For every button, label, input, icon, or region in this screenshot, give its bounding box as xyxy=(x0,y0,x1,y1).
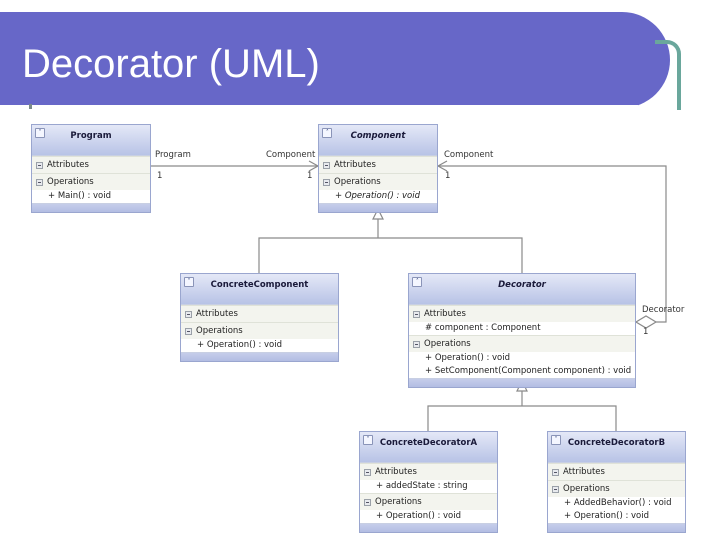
multiplicity-label: 1 xyxy=(307,171,313,181)
class-footer xyxy=(360,523,497,532)
operation-item: + Operation() : void xyxy=(360,510,497,523)
class-footer xyxy=(409,378,635,387)
role-label: Program xyxy=(155,150,191,160)
attributes-section[interactable]: Attributes xyxy=(181,305,338,322)
generalization-branch xyxy=(258,237,523,273)
multiplicity-label: 1 xyxy=(157,171,163,181)
attributes-section[interactable]: Attributes xyxy=(32,156,150,173)
collapse-minus-icon[interactable] xyxy=(185,327,192,335)
operations-section[interactable]: Operations xyxy=(360,493,497,510)
class-header: ˄ Decorator xyxy=(409,274,635,305)
collapse-icon[interactable]: ˄ xyxy=(184,277,194,287)
attributes-section[interactable]: Attributes xyxy=(360,463,497,480)
collapse-icon[interactable]: ˄ xyxy=(412,277,422,287)
collapse-icon[interactable]: ˄ xyxy=(322,128,332,138)
operation-item: + Operation() : void xyxy=(181,339,338,352)
collapse-minus-icon[interactable] xyxy=(36,161,43,169)
collapse-minus-icon[interactable] xyxy=(323,178,330,186)
operation-item: + Operation() : void xyxy=(548,510,685,523)
operation-item: + Main() : void xyxy=(32,190,150,203)
role-label: Component xyxy=(444,150,494,160)
multiplicity-label: 1 xyxy=(643,327,649,337)
collapse-minus-icon[interactable] xyxy=(36,178,43,186)
collapse-minus-icon[interactable] xyxy=(185,310,192,318)
operations-section[interactable]: Operations xyxy=(319,173,437,190)
class-name: ConcreteDecoratorB xyxy=(567,438,666,448)
class-header: ˄ ConcreteDecoratorA xyxy=(360,432,497,463)
class-concrete-decorator-b[interactable]: ˄ ConcreteDecoratorB Attributes Operatio… xyxy=(547,431,686,533)
attributes-section[interactable]: Attributes xyxy=(319,156,437,173)
operation-item: + Operation() : void xyxy=(409,352,635,365)
collapse-icon[interactable]: ˄ xyxy=(35,128,45,138)
class-footer xyxy=(319,203,437,212)
attribute-item: # component : Component xyxy=(409,322,635,335)
class-footer xyxy=(181,352,338,361)
collapse-minus-icon[interactable] xyxy=(552,468,559,476)
class-concrete-decorator-a[interactable]: ˄ ConcreteDecoratorA Attributes + addedS… xyxy=(359,431,498,533)
collapse-minus-icon[interactable] xyxy=(413,310,420,318)
collapse-minus-icon[interactable] xyxy=(552,485,559,493)
generalization-branch-decorator xyxy=(427,405,617,431)
class-name: ConcreteComponent xyxy=(210,280,309,290)
class-header: ˄ ConcreteDecoratorB xyxy=(548,432,685,463)
class-header: ˄ Component xyxy=(319,125,437,156)
operations-section[interactable]: Operations xyxy=(548,480,685,497)
class-decorator[interactable]: ˄ Decorator Attributes # component : Com… xyxy=(408,273,636,388)
operations-section[interactable]: Operations xyxy=(181,322,338,339)
operation-item: + SetComponent(Component component) : vo… xyxy=(409,365,635,378)
operation-item: + AddedBehavior() : void xyxy=(548,497,685,510)
class-footer xyxy=(32,203,150,212)
operations-section[interactable]: Operations xyxy=(409,335,635,352)
collapse-minus-icon[interactable] xyxy=(364,498,371,506)
class-program[interactable]: ˄ Program Attributes Operations + Main()… xyxy=(31,124,151,213)
class-name: ConcreteDecoratorA xyxy=(379,438,478,448)
operation-item: + Operation() : void xyxy=(319,190,437,203)
attributes-section[interactable]: Attributes xyxy=(409,305,635,322)
class-footer xyxy=(548,523,685,532)
role-label: Component xyxy=(266,150,316,160)
collapse-icon[interactable]: ˄ xyxy=(363,435,373,445)
collapse-minus-icon[interactable] xyxy=(364,468,371,476)
class-header: ˄ ConcreteComponent xyxy=(181,274,338,305)
multiplicity-label: 1 xyxy=(445,171,451,181)
role-label: Decorator xyxy=(642,305,685,315)
class-component[interactable]: ˄ Component Attributes Operations + Oper… xyxy=(318,124,438,213)
class-concrete-component[interactable]: ˄ ConcreteComponent Attributes Operation… xyxy=(180,273,339,362)
collapse-icon[interactable]: ˄ xyxy=(551,435,561,445)
collapse-minus-icon[interactable] xyxy=(323,161,330,169)
class-name: Component xyxy=(350,131,406,141)
class-header: ˄ Program xyxy=(32,125,150,156)
collapse-minus-icon[interactable] xyxy=(413,340,420,348)
attribute-item: + addedState : string xyxy=(360,480,497,493)
class-name: Decorator xyxy=(498,280,546,290)
class-name: Program xyxy=(70,131,112,141)
operations-section[interactable]: Operations xyxy=(32,173,150,190)
attributes-section[interactable]: Attributes xyxy=(548,463,685,480)
